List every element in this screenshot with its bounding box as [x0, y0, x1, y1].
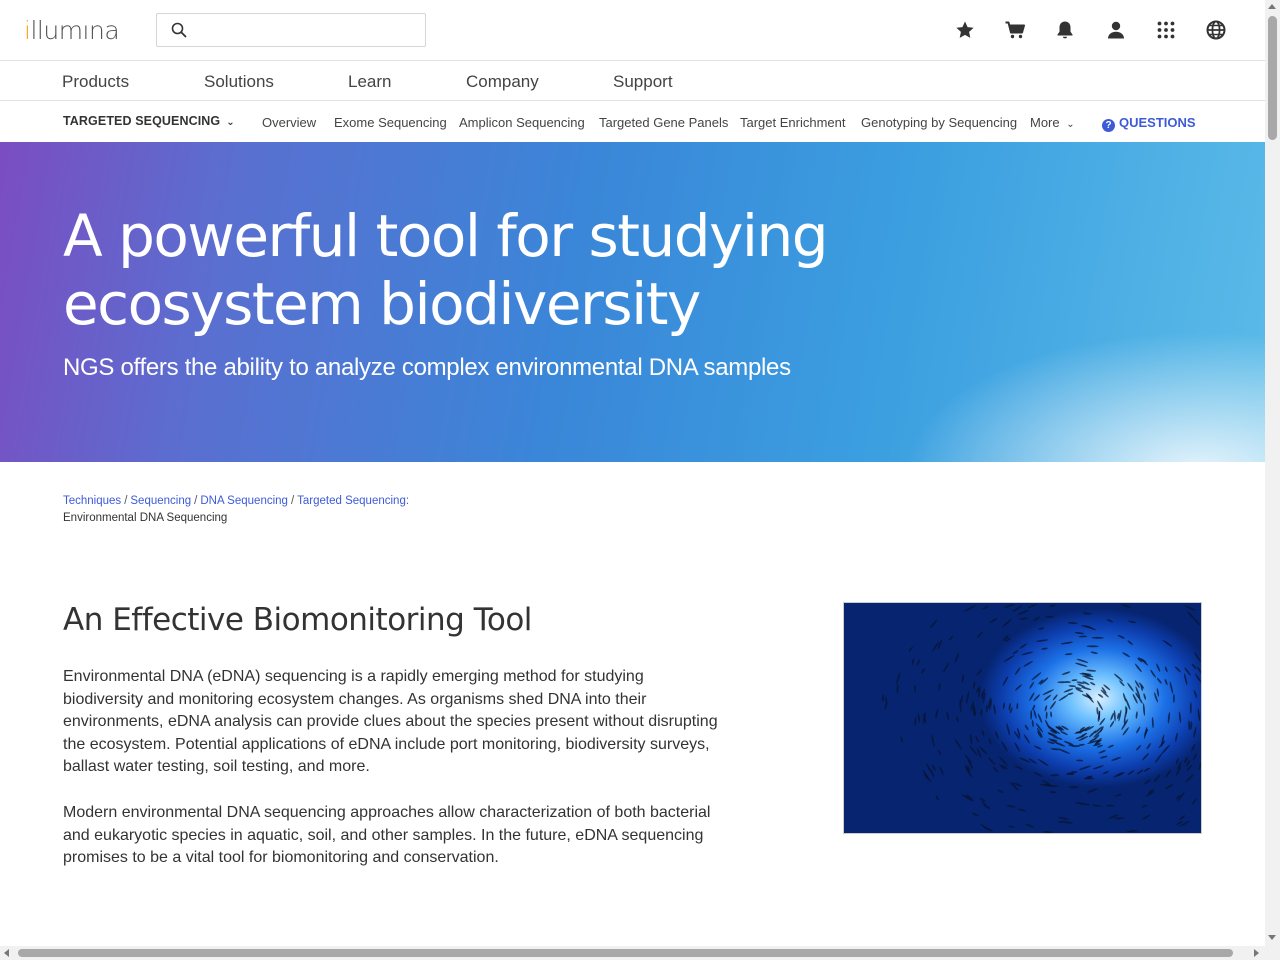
nav-item-solutions[interactable]: Solutions: [204, 72, 274, 92]
top-header: illumına: [0, 0, 1265, 61]
subnav-link-target-enrichment[interactable]: Target Enrichment: [740, 115, 846, 130]
scroll-left-arrow-icon[interactable]: [4, 949, 9, 957]
hero-subtitle: NGS offers the ability to analyze comple…: [63, 354, 791, 381]
subnav-link-overview[interactable]: Overview: [262, 115, 316, 130]
subnav-link-exome[interactable]: Exome Sequencing: [334, 115, 447, 130]
subnav-link-amplicon[interactable]: Amplicon Sequencing: [459, 115, 585, 130]
questions-label: QUESTIONS: [1119, 115, 1196, 130]
subnav-link-gene-panels[interactable]: Targeted Gene Panels: [599, 115, 728, 130]
section-label: TARGETED SEQUENCING: [63, 114, 221, 128]
fish-school-image: [843, 602, 1202, 834]
section-title: An Effective Biomonitoring Tool: [63, 602, 532, 638]
section-dropdown[interactable]: TARGETED SEQUENCING ⌄: [63, 114, 235, 128]
apps-grid-icon[interactable]: [1155, 19, 1177, 41]
nav-item-products[interactable]: Products: [62, 72, 129, 92]
scroll-right-arrow-icon[interactable]: [1254, 949, 1259, 957]
breadcrumb-link-dna-sequencing[interactable]: DNA Sequencing: [200, 495, 288, 507]
user-icon[interactable]: [1105, 19, 1127, 41]
chevron-down-icon: ⌄: [226, 117, 235, 128]
search-icon[interactable]: [171, 22, 187, 38]
nav-item-support[interactable]: Support: [613, 72, 673, 92]
hero-title: A powerful tool for studying ecosystem b…: [63, 202, 829, 338]
scroll-down-arrow-icon[interactable]: [1268, 935, 1276, 940]
breadcrumb-link-sequencing[interactable]: Sequencing: [130, 495, 191, 507]
paragraph-intro: Environmental DNA (eDNA) sequencing is a…: [63, 668, 718, 775]
breadcrumb-link-targeted-sequencing[interactable]: Targeted Sequencing:: [297, 495, 409, 507]
breadcrumb-current: Environmental DNA Sequencing: [63, 512, 228, 524]
main-nav: Products Solutions Learn Company Support: [0, 61, 1265, 101]
search-box[interactable]: [156, 13, 426, 47]
horizontal-scrollbar[interactable]: [0, 946, 1280, 960]
breadcrumb-link-techniques[interactable]: Techniques: [63, 495, 121, 507]
sub-nav: TARGETED SEQUENCING ⌄ Overview Exome Sequ…: [0, 101, 1265, 142]
illumina-logo[interactable]: illumına: [24, 16, 120, 45]
question-icon: ?: [1102, 119, 1115, 132]
questions-link[interactable]: ? QUESTIONS: [1102, 115, 1196, 132]
chevron-down-icon: ⌄: [1066, 119, 1075, 130]
scroll-up-arrow-icon[interactable]: [1268, 4, 1276, 9]
nav-item-company[interactable]: Company: [466, 72, 539, 92]
horizontal-scroll-thumb[interactable]: [18, 949, 1233, 957]
globe-icon[interactable]: [1205, 19, 1227, 41]
nav-item-learn[interactable]: Learn: [348, 72, 391, 92]
cart-icon[interactable]: [1004, 19, 1026, 41]
subnav-link-genotyping[interactable]: Genotyping by Sequencing: [861, 115, 1017, 130]
hero-banner: A powerful tool for studying ecosystem b…: [0, 142, 1265, 462]
paragraph-approaches: Modern environmental DNA sequencing appr…: [63, 804, 711, 866]
search-input[interactable]: [197, 20, 417, 42]
vertical-scroll-thumb[interactable]: [1268, 16, 1277, 140]
bell-icon[interactable]: [1054, 19, 1076, 41]
star-icon[interactable]: [954, 19, 976, 41]
more-label: More: [1030, 115, 1060, 130]
breadcrumb: Techniques / Sequencing / DNA Sequencing / Tar…: [63, 493, 409, 527]
subnav-more-dropdown[interactable]: More ⌄: [1030, 115, 1075, 130]
vertical-scrollbar[interactable]: [1265, 0, 1280, 946]
